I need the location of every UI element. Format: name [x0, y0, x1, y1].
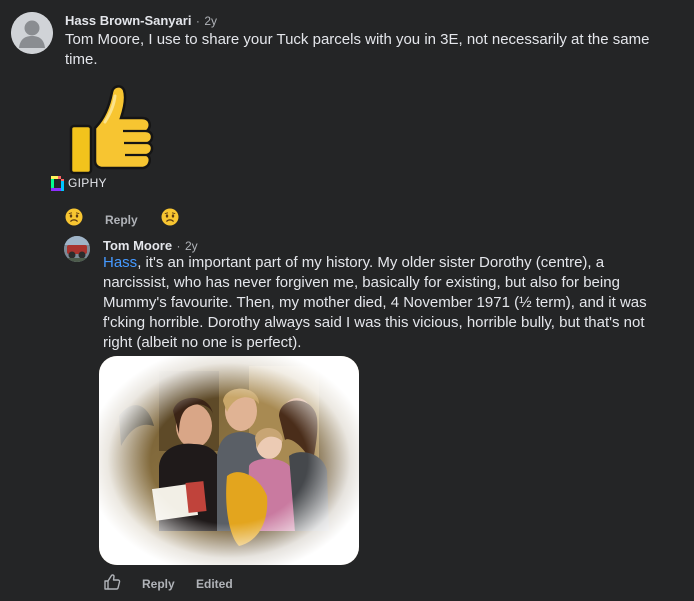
comment-body-hass: Tom Moore, I use to share your Tuck parc… — [65, 30, 675, 70]
avatar-tom[interactable] — [64, 236, 90, 262]
thumbs-up-gif[interactable] — [68, 82, 162, 177]
reaction-sad-count-icon[interactable] — [161, 208, 179, 226]
sad-face-icon — [65, 208, 83, 226]
timestamp[interactable]: 2y — [204, 14, 217, 28]
mention-link[interactable]: Hass — [103, 254, 137, 271]
comment-line: f'cking horrible. Dorothy always said I … — [103, 314, 645, 331]
giphy-attribution[interactable]: GIPHY — [51, 175, 107, 191]
comment-line: Mummy's favourite. Then, my mother died,… — [103, 294, 647, 311]
comment-line: Tom Moore, I use to share your Tuck parc… — [65, 31, 650, 48]
default-avatar-icon — [11, 12, 53, 54]
comment-body-tom: Hass, it's an important part of my histo… — [103, 253, 683, 353]
author-name[interactable]: Hass Brown-Sanyari — [65, 13, 191, 28]
comment-line: right (albeit no one is perfect). — [103, 334, 302, 351]
separator: · — [176, 239, 181, 253]
like-button[interactable] — [103, 573, 121, 591]
thumbs-up-gif-icon — [69, 85, 154, 175]
sad-face-icon — [161, 208, 179, 226]
giphy-label: GIPHY — [68, 176, 107, 190]
thumbs-up-outline-icon — [104, 574, 121, 590]
edited-label[interactable]: Edited — [196, 577, 233, 591]
comment-line: time. — [65, 51, 98, 68]
comment-header-hass: Hass Brown-Sanyari · 2y — [65, 12, 217, 30]
reply-button[interactable]: Reply — [105, 213, 138, 227]
comment-line: Hass, it's an important part of my histo… — [103, 253, 683, 273]
comment-line: narcissist, who has never forgiven me, b… — [103, 274, 620, 291]
reaction-sad-icon[interactable] — [65, 208, 83, 226]
attached-photo[interactable] — [99, 356, 359, 565]
separator: · — [195, 14, 200, 28]
comment-text: , it's an important part of my history. … — [137, 254, 605, 271]
giphy-logo-icon — [51, 175, 64, 191]
avatar-hass[interactable] — [11, 12, 53, 54]
family-photo-image — [99, 356, 359, 565]
reply-button[interactable]: Reply — [142, 577, 175, 591]
profile-photo-icon — [64, 236, 90, 262]
author-name[interactable]: Tom Moore — [103, 238, 172, 253]
timestamp[interactable]: 2y — [185, 239, 198, 253]
